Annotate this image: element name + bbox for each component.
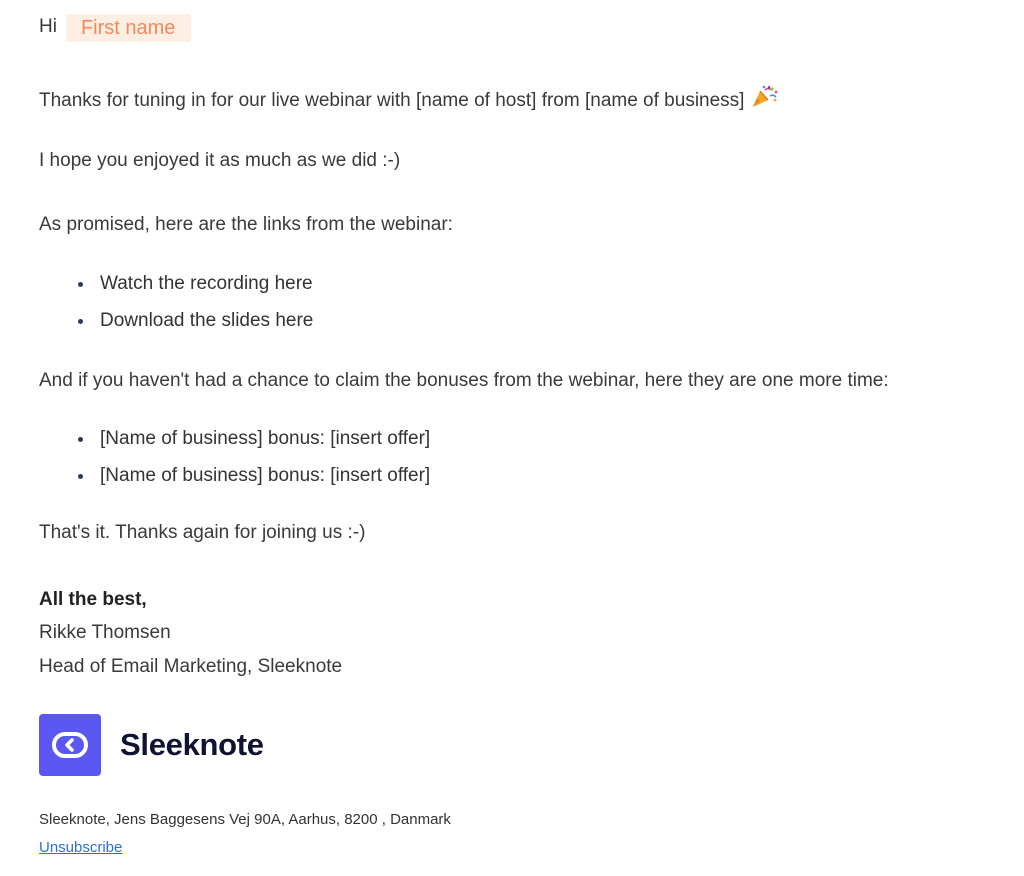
closing-paragraph: That's it. Thanks again for joining us :…	[39, 522, 366, 543]
signoff: All the best,	[39, 589, 147, 610]
list-item-recording[interactable]: Watch the recording here	[39, 273, 313, 310]
bonuses-list: [Name of business] bonus: [insert offer]…	[39, 428, 430, 502]
logo-wordmark: Sleeknote	[120, 727, 264, 763]
party-popper-icon	[750, 85, 780, 116]
sleeknote-logo-icon	[39, 714, 101, 776]
brand-logo: Sleeknote	[39, 714, 264, 776]
links-intro-paragraph: As promised, here are the links from the…	[39, 214, 453, 235]
intro-paragraph: Thanks for tuning in for our live webina…	[39, 85, 780, 116]
hope-paragraph: I hope you enjoyed it as much as we did …	[39, 150, 401, 171]
footer-address: Sleeknote, Jens Baggesens Vej 90A, Aarhu…	[39, 811, 451, 828]
first-name-merge-tag[interactable]: First name	[65, 13, 192, 42]
bonuses-intro-paragraph: And if you haven't had a chance to claim…	[39, 370, 889, 391]
list-item-slides[interactable]: Download the slides here	[39, 310, 313, 347]
signature-name: Rikke Thomsen	[39, 622, 171, 643]
webinar-links-list: Watch the recording here Download the sl…	[39, 273, 313, 347]
intro-text: Thanks for tuning in for our live webina…	[39, 90, 745, 111]
list-item-bonus-2: [Name of business] bonus: [insert offer]	[39, 465, 430, 502]
unsubscribe-link[interactable]: Unsubscribe	[39, 839, 122, 857]
greeting-hi: Hi	[39, 16, 57, 38]
greeting: Hi First name	[39, 12, 192, 43]
signature-title: Head of Email Marketing, Sleeknote	[39, 656, 343, 677]
list-item-bonus-1: [Name of business] bonus: [insert offer]	[39, 428, 430, 465]
